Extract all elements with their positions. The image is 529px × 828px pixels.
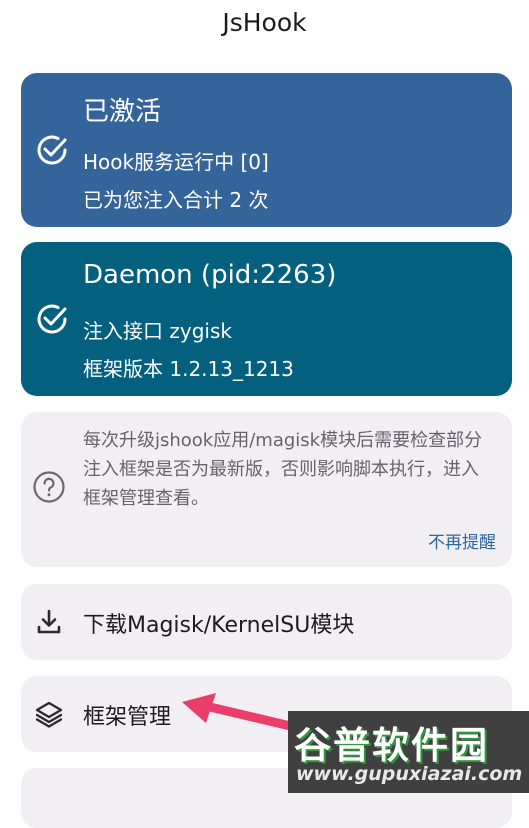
injection-interface: 注入接口 zygisk: [83, 319, 232, 343]
layers-icon: [35, 701, 63, 728]
download-module-button[interactable]: 下载Magisk/KernelSU模块: [21, 584, 512, 660]
hook-service-status: Hook服务运行中 [0]: [83, 150, 269, 174]
daemon-status-card: Daemon (pid:2263) 注入接口 zygisk 框架版本 1.2.1…: [21, 242, 512, 396]
help-circle-icon: [33, 471, 65, 503]
download-icon: [37, 609, 61, 634]
dont-remind-button[interactable]: 不再提醒: [428, 528, 496, 553]
check-circle-icon: [37, 304, 67, 334]
daemon-title: Daemon (pid:2263): [83, 260, 337, 290]
upgrade-notice-card: 每次升级jshook应用/magisk模块后需要检查部分注入框架是否为最新版，否…: [21, 412, 512, 567]
watermark-url: www.gupuxiazai.com: [296, 763, 523, 785]
watermark-title: 谷普软件园: [294, 724, 489, 767]
injection-count: 已为您注入合计 2 次: [83, 188, 269, 212]
framework-version: 框架版本 1.2.13_1213: [83, 357, 294, 381]
app-title: JsHook: [222, 8, 307, 37]
download-module-label: 下载Magisk/KernelSU模块: [83, 613, 355, 638]
check-circle-icon: [37, 135, 67, 165]
activation-status-card: 已激活 Hook服务运行中 [0] 已为您注入合计 2 次: [21, 73, 512, 227]
activation-title: 已激活: [83, 97, 162, 127]
notice-text: 每次升级jshook应用/magisk模块后需要检查部分注入框架是否为最新版，否…: [83, 430, 483, 509]
framework-management-label: 框架管理: [83, 705, 172, 730]
watermark-logo: 谷普软件园 www.gupuxiazai.com: [288, 711, 529, 793]
